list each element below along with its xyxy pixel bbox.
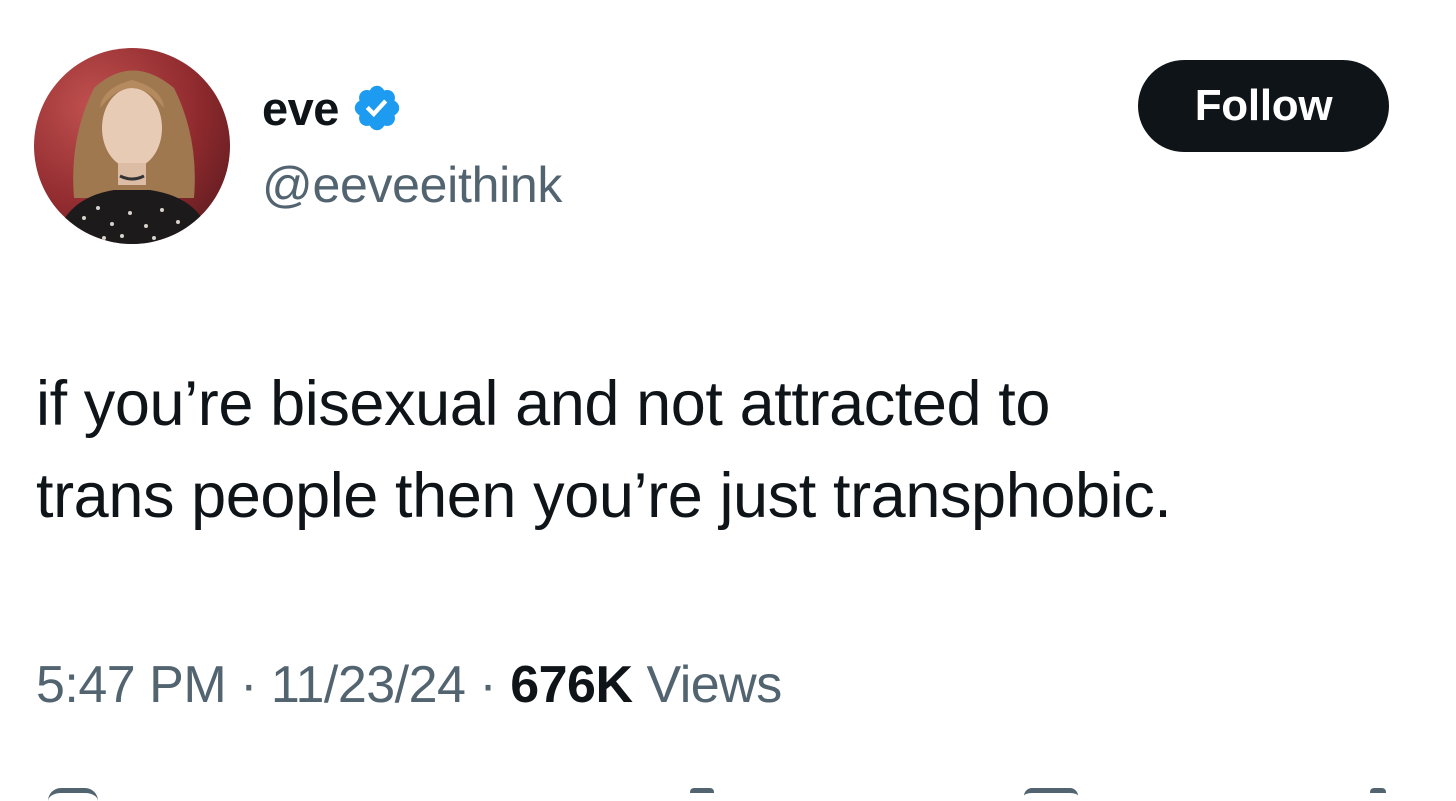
- separator-dot: ·: [479, 656, 497, 714]
- tweet-text-line: if you’re bisexual and not attracted to: [36, 369, 1051, 439]
- verified-badge-icon[interactable]: [351, 82, 403, 134]
- author-handle[interactable]: @eeveeithink: [262, 156, 562, 214]
- tweet-card: eve @eeveeithink Follow if you’re bisexu…: [0, 0, 1456, 801]
- tweet-time[interactable]: 5:47 PM: [36, 656, 227, 714]
- author-name-row[interactable]: eve: [262, 78, 403, 138]
- share-icon[interactable]: [1370, 788, 1386, 801]
- meta-separator: ·: [240, 656, 271, 714]
- action-bar: [0, 788, 1456, 801]
- avatar-image: [34, 48, 230, 244]
- tweet-text: if you’re bisexual and not attracted to …: [36, 358, 1436, 542]
- reply-icon[interactable]: [48, 788, 98, 801]
- views-count: 676K: [510, 656, 633, 714]
- tweet-meta: 5:47 PM · 11/23/24 · 676K Views: [36, 655, 782, 715]
- bookmark-icon[interactable]: [1024, 788, 1078, 801]
- avatar[interactable]: [34, 48, 230, 244]
- separator-dot: ·: [240, 656, 257, 714]
- meta-separator: ·: [479, 656, 510, 714]
- tweet-text-line: trans people then you’re just transphobi…: [36, 461, 1172, 531]
- tweet-date[interactable]: 11/23/24: [271, 656, 466, 714]
- follow-button[interactable]: Follow: [1138, 60, 1389, 152]
- views-label: Views: [646, 656, 782, 714]
- display-name[interactable]: eve: [262, 81, 339, 136]
- repost-icon[interactable]: [690, 788, 714, 801]
